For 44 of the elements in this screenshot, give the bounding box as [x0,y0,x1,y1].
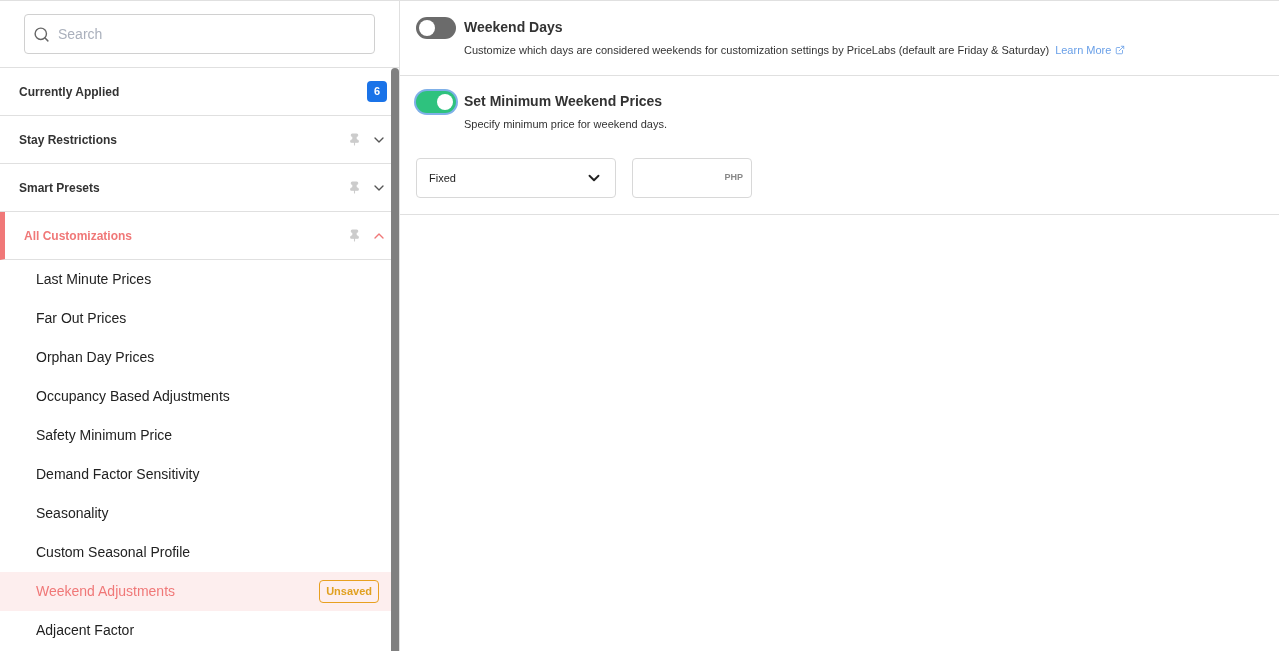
menu-item[interactable]: Demand Factor Sensitivity [0,455,391,494]
scrollbar[interactable] [391,68,399,651]
type-dropdown[interactable]: Fixed [416,158,616,198]
toggle-switch[interactable] [416,17,456,39]
menu-item[interactable]: Adjacent Factor [0,611,391,650]
search-input[interactable]: Search [58,23,366,45]
count-badge: 6 [366,81,387,102]
item-label: Last Minute Prices [36,270,153,289]
setting-description: Customize which days are considered weekends for customization settings by PriceLabs (default are Friday & Saturday) [464,43,1050,58]
menu-item[interactable]: Occupancy Based Adjustments [0,377,391,416]
pin-icon[interactable] [348,181,361,194]
item-label: Custom Seasonal Profile [36,543,192,562]
item-label: Far Out Prices [36,309,128,328]
section-title: Stay Restrictions [19,131,119,149]
accordion-header[interactable]: Stay Restrictions [0,116,391,164]
item-label: Safety Minimum Price [36,426,174,445]
external-link-icon [1115,45,1126,56]
setting-title: Set Minimum Weekend Prices [464,91,664,111]
search-icon [33,25,50,43]
item-label: Demand Factor Sensitivity [36,465,201,484]
toggle-switch[interactable] [416,90,456,113]
menu-item[interactable]: Custom Seasonal Profile [0,533,391,572]
menu-item[interactable]: Safety Minimum Price [0,416,391,455]
item-label: Occupancy Based Adjustments [36,387,231,406]
pin-icon[interactable] [348,229,361,242]
accordion-header[interactable]: Smart Presets [0,164,391,212]
item-label: Adjacent Factor [36,621,136,640]
item-label: Weekend Adjustments [36,582,177,601]
setting-description: Specify minimum price for weekend days. [464,116,667,132]
search-field[interactable]: Search [24,14,375,54]
section-title: Currently Applied [19,83,121,101]
setting-title: Weekend Days [464,18,564,37]
menu-item[interactable]: Seasonality [0,494,391,533]
menu-item[interactable]: Orphan Day Prices [0,338,391,377]
section-title: Smart Presets [19,179,101,197]
menu-item[interactable]: Last Minute Prices [0,260,391,299]
accordion-header[interactable]: Currently Applied 6 [0,68,391,116]
item-label: Seasonality [36,504,110,523]
menu-item[interactable]: Far Out Prices [0,299,391,338]
price-input[interactable]: PHP [632,158,752,198]
unsaved-badge: Unsaved [319,580,379,603]
section-title: All Customizations [24,227,133,245]
item-label: Orphan Day Prices [36,348,156,367]
pin-icon[interactable] [348,133,361,146]
